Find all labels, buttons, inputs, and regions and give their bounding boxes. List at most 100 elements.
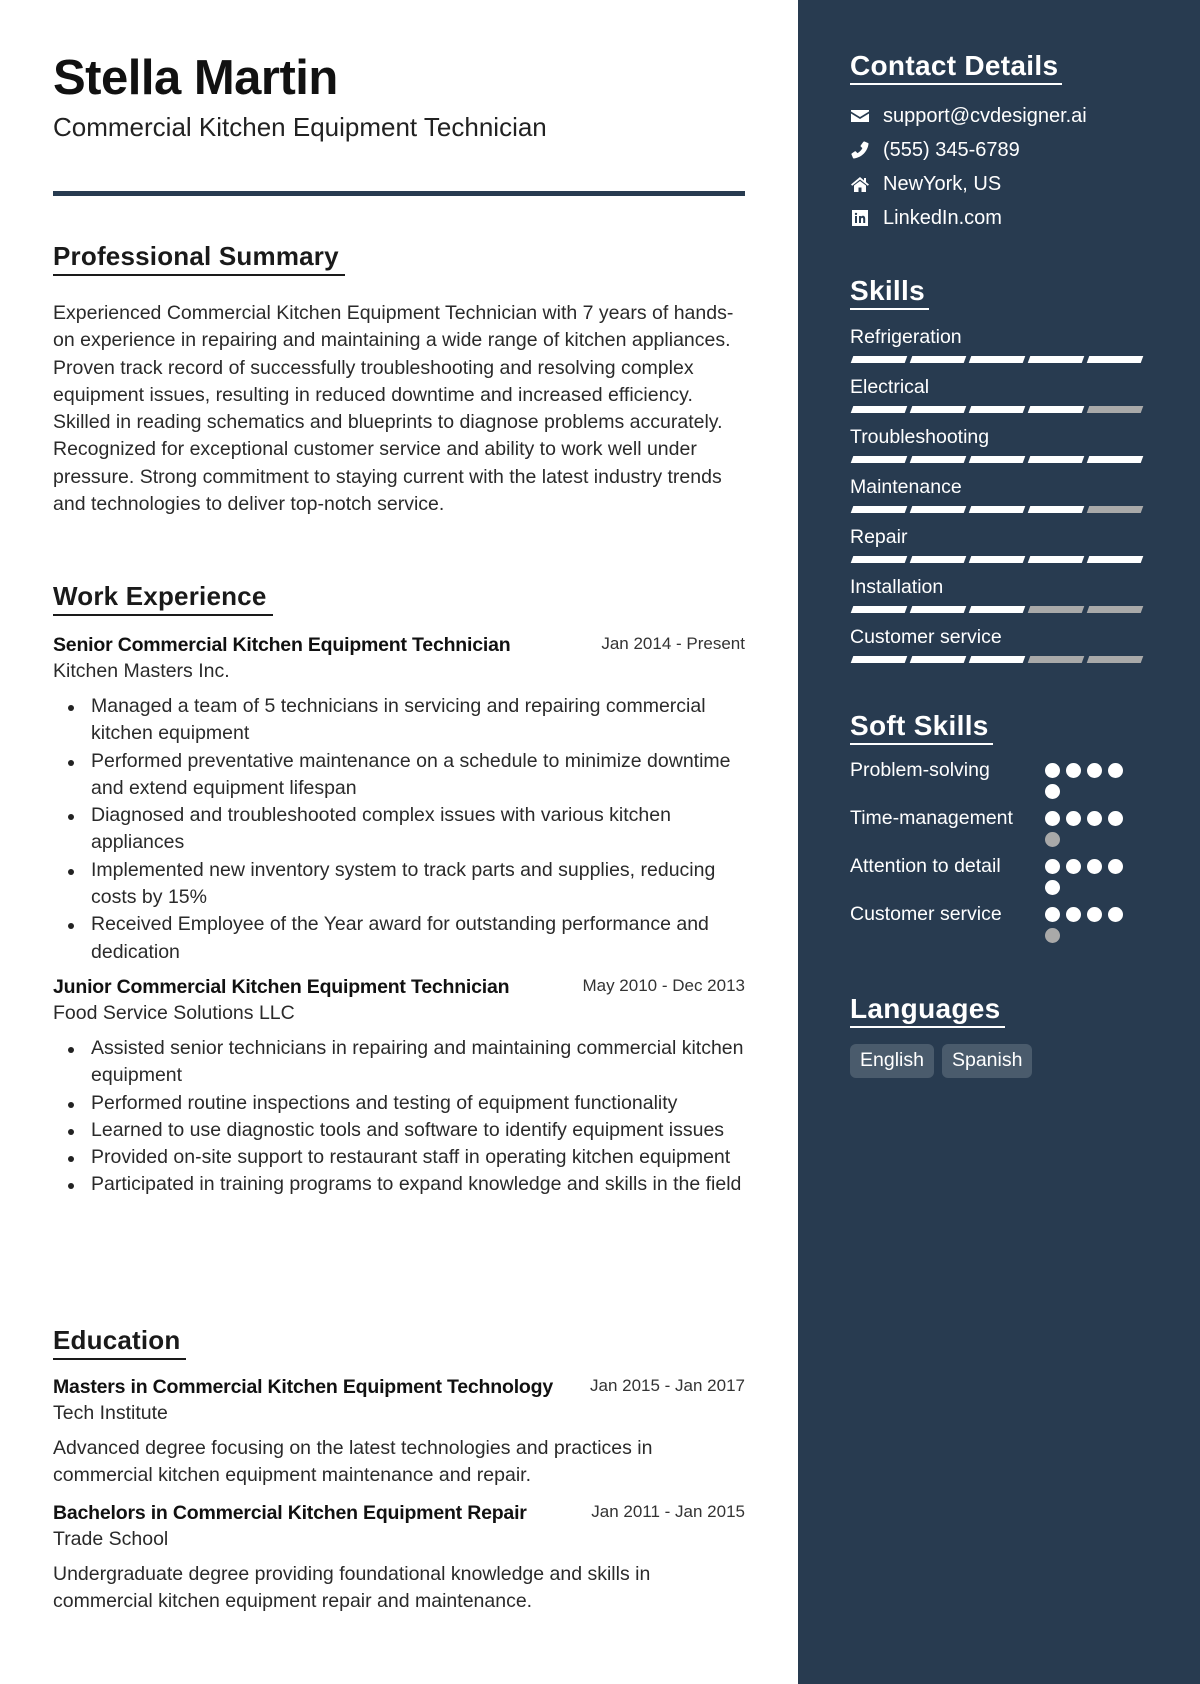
contact-linkedin[interactable]: LinkedIn.com [850,201,1200,235]
rating-segment-filled [1027,456,1085,463]
education-entry: Masters in Commercial Kitchen Equipment … [53,1376,745,1490]
education-section: Education Masters in Commercial Kitchen … [53,1325,745,1615]
rating-segment-empty [1027,656,1085,663]
envelope-icon [850,106,870,126]
skill-item: Refrigeration [850,322,1170,364]
rating-dot-filled [1066,859,1081,874]
bullet-item: Performed preventative maintenance on a … [68,748,745,803]
rating-segment-filled [850,506,908,513]
rating-segment-filled [850,406,908,413]
rating-segment-filled [909,656,967,663]
home-icon [850,174,870,194]
rating-dot-filled [1066,763,1081,778]
rating-segment-filled [968,406,1026,413]
contact-section: Contact Details support@cvdesigner.ai (5… [850,50,1200,235]
rating-segment-filled [968,606,1026,613]
rating-segment-filled [1027,556,1085,563]
section-heading: Professional Summary [53,241,345,276]
job-bullets: Assisted senior technicians in repairing… [53,1035,745,1199]
rating-dot-filled [1045,784,1060,799]
rating-segment-filled [850,606,908,613]
skill-name: Customer service [850,626,1002,648]
job-bullets: Managed a team of 5 technicians in servi… [53,693,745,966]
soft-skill-rating [1045,901,1135,943]
rating-dot-filled [1087,811,1102,826]
contact-text: support@cvdesigner.ai [883,104,1087,127]
soft-skill-item: Attention to detail [850,853,1170,895]
skill-item: Troubleshooting [850,422,1170,464]
skill-rating-bar [850,356,1170,364]
soft-skill-rating [1045,853,1135,895]
rating-segment-filled [968,456,1026,463]
phone-icon [850,140,870,160]
rating-segment-empty [1086,406,1144,413]
rating-segment-filled [909,556,967,563]
rating-dot-filled [1045,811,1060,826]
rating-segment-filled [968,356,1026,363]
skill-item: Electrical [850,372,1170,414]
linkedin-icon [850,208,870,228]
rating-dot-filled [1087,763,1102,778]
rating-dot-filled [1108,763,1123,778]
rating-segment-empty [1027,606,1085,613]
bullet-item: Performed routine inspections and testin… [68,1090,745,1117]
rating-segment-filled [1086,356,1144,363]
rating-segment-filled [909,606,967,613]
skill-rating-bar [850,406,1170,414]
education-description: Advanced degree focusing on the latest t… [53,1437,653,1487]
job-entry: Junior Commercial Kitchen Equipment Tech… [53,976,745,1199]
company-name: Kitchen Masters Inc. [53,660,230,682]
skill-name: Installation [850,576,944,598]
bullet-item: Diagnosed and troubleshooted complex iss… [68,802,745,857]
skill-name: Electrical [850,376,930,398]
job-title: Junior Commercial Kitchen Equipment Tech… [53,975,510,998]
bullet-item: Learned to use diagnostic tools and soft… [68,1117,745,1144]
rating-dot-filled [1108,907,1123,922]
contact-phone[interactable]: (555) 345-6789 [850,133,1200,167]
skill-item: Repair [850,522,1170,564]
contact-text: NewYork, US [883,172,1002,195]
rating-dot-empty [1045,832,1060,847]
rating-segment-filled [909,406,967,413]
rating-segment-filled [968,506,1026,513]
section-heading: Soft Skills [850,710,993,745]
skill-item: Installation [850,572,1170,614]
soft-skill-name: Problem-solving [850,759,990,781]
rating-dot-filled [1108,811,1123,826]
language-chip: English [850,1044,934,1078]
skill-name: Troubleshooting [850,426,990,448]
rating-dot-filled [1108,859,1123,874]
rating-segment-filled [968,656,1026,663]
school-name: Tech Institute [53,1402,168,1424]
contact-location: NewYork, US [850,167,1200,201]
skill-rating-bar [850,556,1170,564]
bullet-item: Assisted senior technicians in repairing… [68,1035,745,1090]
rating-segment-filled [1027,506,1085,513]
soft-skill-item: Problem-solving [850,757,1170,799]
company-name: Food Service Solutions LLC [53,1001,295,1024]
contact-text: (555) 345-6789 [883,138,1020,161]
rating-segment-filled [850,356,908,363]
rating-dot-filled [1045,880,1060,895]
rating-dot-filled [1045,763,1060,778]
soft-skill-name: Attention to detail [850,855,1001,877]
job-title: Senior Commercial Kitchen Equipment Tech… [53,634,511,656]
rating-segment-empty [1086,656,1144,663]
job-date: Jan 2014 - Present [601,634,745,653]
soft-skill-item: Time-management [850,805,1170,847]
section-heading: Education [53,1325,187,1360]
skills-list: Refrigeration Electrical Troubleshooting Ma… [850,322,1170,664]
soft-skill-item: Customer service [850,901,1170,943]
job-entry: Senior Commercial Kitchen Equipment Tech… [53,634,745,966]
section-heading: Skills [850,275,929,310]
degree-title: Masters in Commercial Kitchen Equipment … [53,1376,553,1398]
rating-segment-filled [909,356,967,363]
skill-name: Refrigeration [850,326,962,348]
degree-title: Bachelors in Commercial Kitchen Equipmen… [53,1501,527,1524]
candidate-title: Commercial Kitchen Equipment Technician [53,112,547,142]
soft-skill-rating [1045,805,1135,847]
languages-section: Languages English Spanish [850,993,1170,1078]
rating-dot-filled [1087,907,1102,922]
rating-segment-filled [968,556,1026,563]
contact-email[interactable]: support@cvdesigner.ai [850,99,1200,133]
